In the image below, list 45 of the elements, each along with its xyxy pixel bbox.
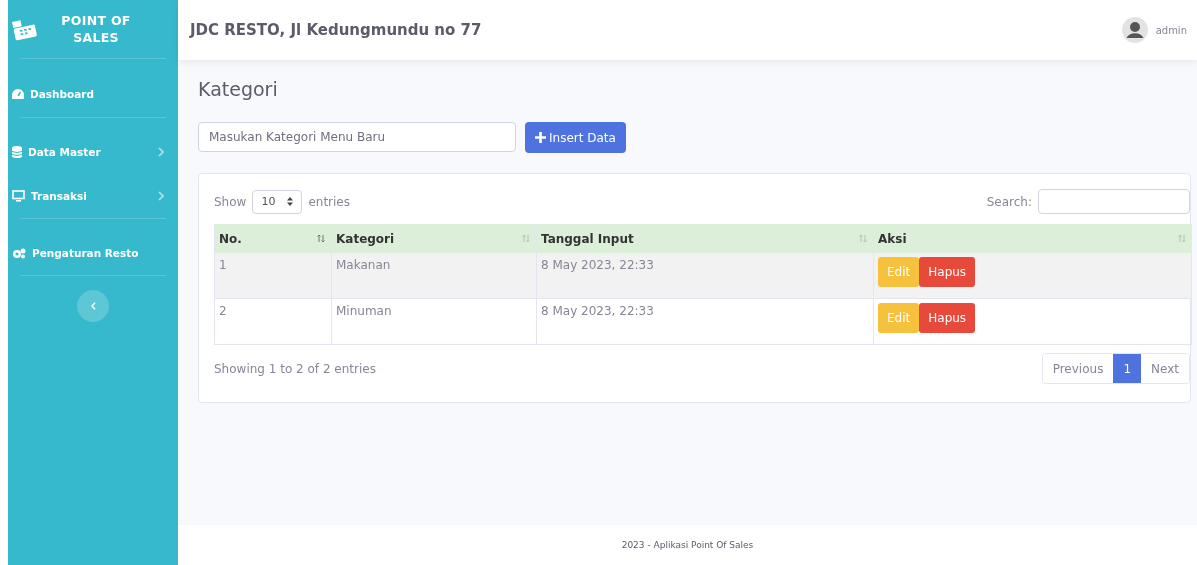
sort-icon	[522, 234, 530, 243]
chevron-right-icon	[158, 191, 164, 201]
brand-title: POINT OF SALES	[60, 11, 132, 47]
column-header[interactable]: No.	[214, 224, 332, 253]
plus-icon	[535, 132, 546, 143]
nav-item[interactable]: Dashboard	[8, 71, 178, 117]
nav-item[interactable]: Transaksi	[8, 174, 178, 218]
search-field[interactable]	[1038, 189, 1190, 214]
category-input[interactable]: Masukan Kategori Menu Baru	[198, 122, 516, 152]
avatar-icon[interactable]	[1121, 17, 1148, 43]
insert-data-button[interactable]: Insert Data	[525, 122, 626, 153]
column-header[interactable]: Aksi	[873, 224, 1192, 253]
entries-label: entries	[308, 194, 350, 209]
monitor-icon	[12, 190, 25, 202]
store-title: JDC RESTO, Jl Kedungmundu no 77	[190, 21, 482, 39]
delete-button[interactable]: Hapus	[919, 257, 976, 287]
nav-item[interactable]: Pengaturan Resto	[8, 231, 178, 275]
table-cell: 2	[214, 298, 332, 345]
page-title: Kategori	[198, 78, 279, 100]
chevron-left-icon	[90, 302, 96, 310]
sort-caret-icon	[287, 197, 294, 206]
user-name[interactable]: admin	[1155, 24, 1187, 36]
sidebar-toggle-button[interactable]	[77, 290, 109, 322]
delete-button[interactable]: Hapus	[919, 303, 976, 333]
table-cell: 1	[214, 253, 332, 299]
table-cell: Minuman	[331, 298, 537, 345]
entries-info: Showing 1 to 2 of 2 entries	[214, 361, 376, 376]
page-size-select[interactable]: 10	[252, 189, 303, 214]
gauge-icon	[12, 89, 24, 99]
show-label: Show	[214, 194, 247, 209]
table-cell: 8 May 2023, 22:33	[536, 253, 874, 299]
sort-icon	[317, 234, 325, 243]
search-label: Search:	[986, 194, 1032, 209]
database-icon	[12, 146, 22, 158]
pagination-button[interactable]: 1	[1113, 354, 1142, 383]
column-header[interactable]: Kategori	[331, 224, 537, 253]
gears-icon	[12, 247, 26, 259]
footer-text: 2023 - Aplikasi Point Of Sales	[621, 540, 754, 550]
table-cell: Makanan	[331, 253, 537, 299]
nav-item[interactable]: Data Master	[8, 130, 178, 174]
sort-icon	[1177, 234, 1186, 243]
sort-icon	[859, 234, 867, 243]
table-cell: 8 May 2023, 22:33	[536, 298, 874, 345]
chevron-right-icon	[158, 147, 164, 157]
column-header[interactable]: Tanggal Input	[536, 224, 874, 253]
